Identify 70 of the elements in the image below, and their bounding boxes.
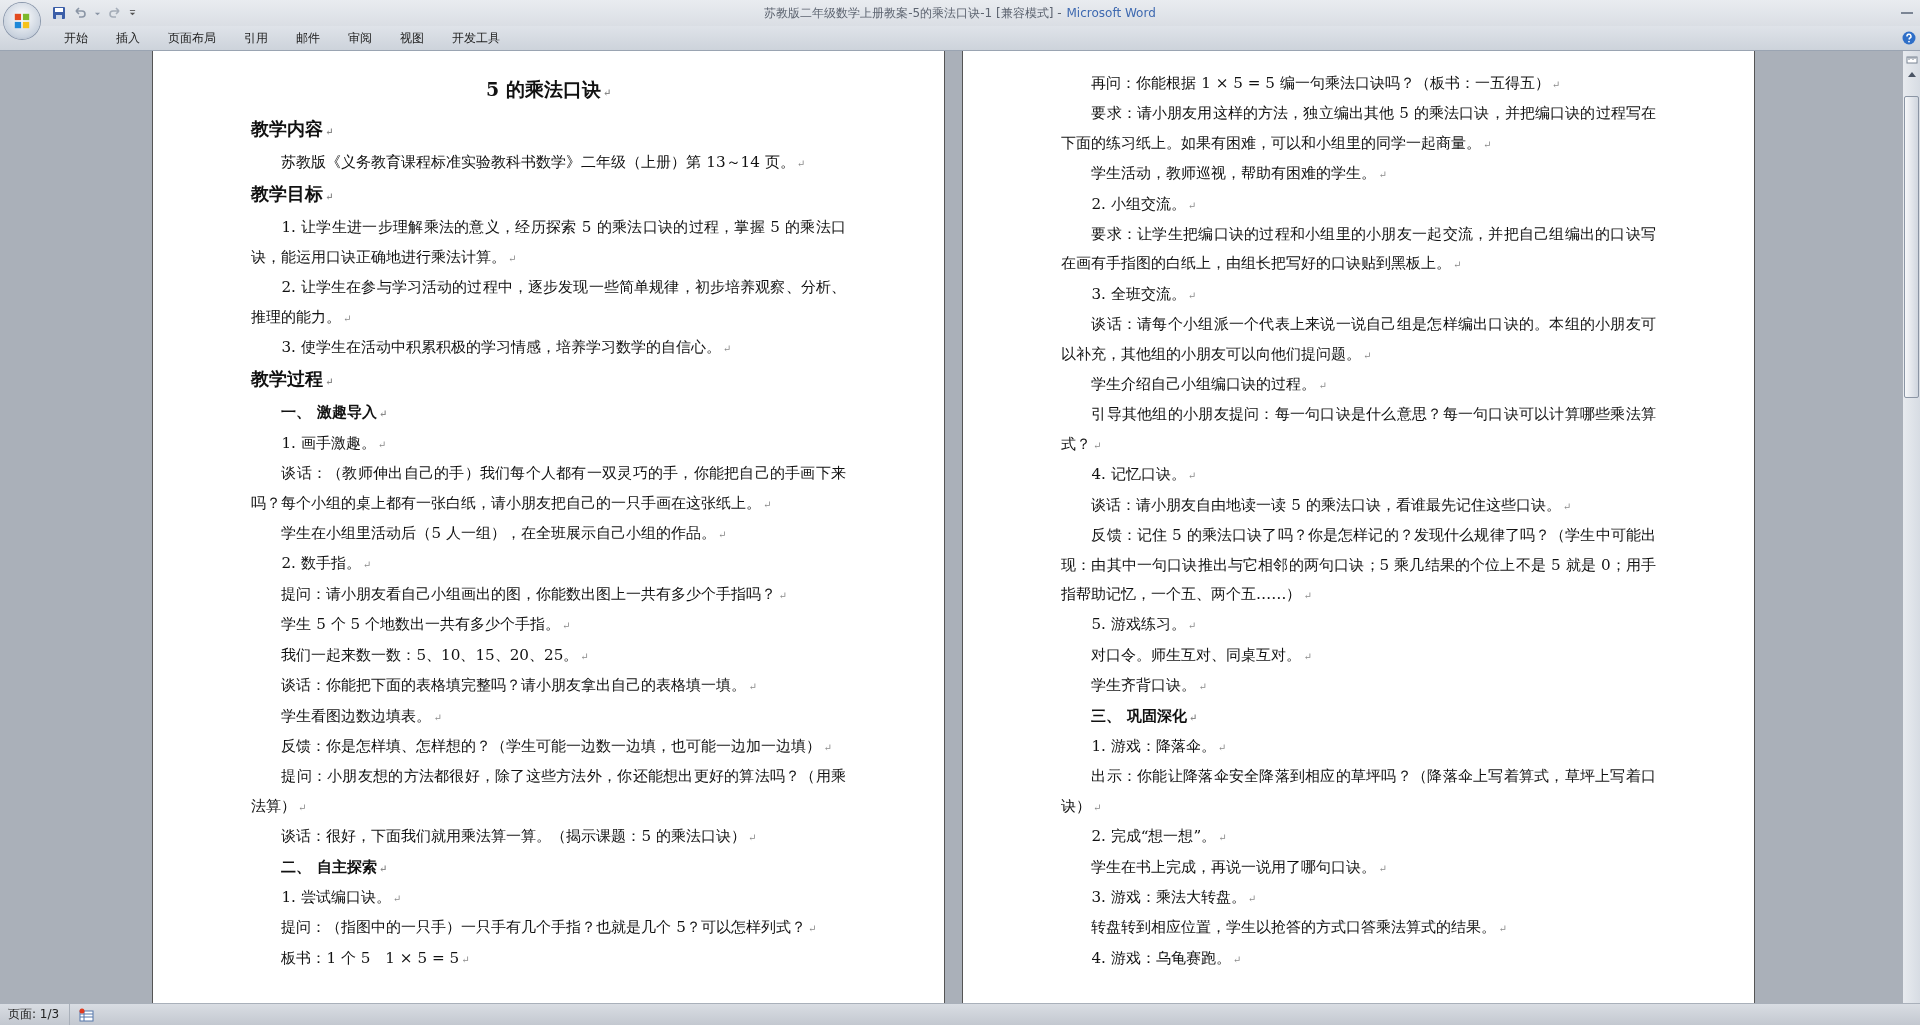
ribbon-tab[interactable]: 邮件 bbox=[282, 26, 334, 50]
paragraph: 我们一起来数一数：5、10、15、20、25。↵ bbox=[280, 644, 590, 666]
ribbon-tab[interactable]: 开发工具 bbox=[438, 26, 514, 50]
paragraph: 要求：让学生把编口诀的过程和小组里的小朋友一起交流，并把自己组编出的口诀写在画有手指图的白纸上，由组长把写好的口诀贴到黑板上。↵ bbox=[1061, 224, 1656, 275]
section-heading: 教学内容↵ bbox=[251, 117, 335, 141]
ribbon-tab[interactable]: 页面布局 bbox=[154, 26, 230, 50]
subsection-heading: 二、 自主探索↵ bbox=[280, 856, 389, 878]
paragraph: 反馈：你是怎样填、怎样想的？（学生可能一边数一边填，也可能一边加一边填）↵ bbox=[280, 735, 833, 757]
customize-toolbar-icon[interactable] bbox=[129, 8, 136, 18]
paragraph: 要求：请小朋友用这样的方法，独立编出其他 5 的乘法口诀，并把编口诀的过程写在下面的练习纸上。如果有困难，可以和小组里的同学一起商量。↵ bbox=[1061, 103, 1656, 154]
page-count: 页面: 1/3 bbox=[0, 1004, 71, 1025]
paragraph: 板书：1 个 5 1 × 5 = 5↵ bbox=[280, 947, 471, 969]
section-heading: 教学过程↵ bbox=[251, 367, 335, 392]
paragraph: 谈话：（教师伸出自己的手）我们每个人都有一双灵巧的手，你能把自己的手画下来吗？每个小组的桌上都有一张白纸，请小朋友把自己的一只手画在这张纸上。↵ bbox=[251, 463, 846, 514]
paragraph: 学生活动，教师巡视，帮助有困难的学生。↵ bbox=[1090, 163, 1388, 185]
office-logo-icon bbox=[13, 12, 31, 30]
paragraph: 2. 小组交流。↵ bbox=[1090, 193, 1198, 215]
paragraph: 谈话：请小朋友自由地读一读 5 的乘法口诀，看谁最先记住这些口诀。↵ bbox=[1090, 494, 1573, 516]
ribbon-tab[interactable]: 插入 bbox=[102, 26, 154, 50]
paragraph: 反馈：记住 5 的乘法口诀了吗？你是怎样记的？发现什么规律了吗？（学生中可能出现：由其中一句口诀推出与它相邻的两句口诀；5 乘几结果的个位上不是 5 就是 0；用手指帮助记忆，一个五、两个五……）↵ bbox=[1061, 525, 1656, 605]
ribbon-tab[interactable]: 视图 bbox=[386, 26, 438, 50]
paragraph: 苏教版《义务教育课程标准实验教科书数学》二年级（上册）第 13～14 页。↵ bbox=[280, 152, 807, 173]
paragraph: 3. 游戏：乘法大转盘。↵ bbox=[1090, 886, 1258, 908]
paragraph: 3. 全班交流。↵ bbox=[1090, 283, 1198, 305]
save-icon[interactable] bbox=[52, 6, 66, 20]
paragraph: 谈话：请每个小组派一个代表上来说一说自己组是怎样编出口诀的。本组的小朋友可以补充，其他组的小朋友可以向他们提问题。↵ bbox=[1061, 314, 1656, 365]
paragraph: 2. 让学生在参与学习活动的过程中，逐步发现一些简单规律，初步培养观察、分析、推理的能力。↵ bbox=[251, 277, 846, 328]
paragraph: 1. 游戏：降落伞。↵ bbox=[1090, 735, 1228, 757]
paragraph: 5. 游戏练习。↵ bbox=[1090, 614, 1198, 636]
ribbon-tab[interactable]: 引用 bbox=[230, 26, 282, 50]
redo-icon[interactable] bbox=[108, 6, 122, 20]
vertical-scrollbar[interactable] bbox=[1903, 51, 1920, 1003]
paragraph: 学生看图边数边填表。↵ bbox=[280, 705, 443, 727]
paragraph: 学生介绍自己小组编口诀的过程。↵ bbox=[1090, 374, 1328, 396]
subsection-heading: 一、 激趣导入↵ bbox=[280, 402, 389, 424]
undo-icon[interactable] bbox=[73, 6, 87, 20]
window-title: 苏教版二年级数学上册教案-5的乘法口诀-1 [兼容模式] - bbox=[764, 4, 1062, 22]
paragraph: 1. 尝试编口诀。↵ bbox=[280, 886, 403, 908]
scroll-up-icon[interactable] bbox=[1906, 70, 1917, 78]
paragraph: 提问：小朋友想的方法都很好，除了这些方法外，你还能想出更好的算法吗？（用乘法算）↵ bbox=[251, 766, 846, 817]
paragraph: 4. 游戏：乌龟赛跑。↵ bbox=[1090, 947, 1243, 969]
paragraph: 提问：（指图中的一只手）一只手有几个手指？也就是几个 5？可以怎样列式？↵ bbox=[280, 917, 818, 939]
paragraph: 2. 完成“想一想”。↵ bbox=[1090, 826, 1228, 848]
scroll-thumb[interactable] bbox=[1904, 96, 1919, 398]
paragraph: 学生在小组里活动后（5 人一组），在全班展示自己小组的作品。↵ bbox=[280, 523, 728, 545]
ribbon-tab[interactable]: 审阅 bbox=[334, 26, 386, 50]
ribbon-tab[interactable]: 开始 bbox=[50, 26, 102, 50]
paragraph: 谈话：很好，下面我们就用乘法算一算。（揭示课题：5 的乘法口诀）↵ bbox=[280, 826, 758, 848]
document-title: 5 的乘法口诀↵ bbox=[484, 77, 613, 102]
app-name: Microsoft Word bbox=[1066, 6, 1156, 20]
paragraph: 提问：请小朋友看自己小组画出的图，你能数出图上一共有多少个手指吗？↵ bbox=[280, 583, 788, 605]
paragraph: 谈话：你能把下面的表格填完整吗？请小朋友拿出自己的表格填一填。↵ bbox=[280, 675, 758, 697]
office-button[interactable] bbox=[4, 3, 40, 39]
section-heading: 教学目标↵ bbox=[251, 182, 335, 207]
paragraph: 学生在书上完成，再说一说用了哪句口诀。↵ bbox=[1090, 856, 1388, 878]
paragraph: 学生齐背口诀。↵ bbox=[1090, 675, 1208, 697]
help-icon[interactable] bbox=[1902, 31, 1916, 45]
paragraph: 对口令。师生互对、同桌互对。↵ bbox=[1090, 644, 1313, 666]
paragraph: 学生 5 个 5 个地数出一共有多少个手指。↵ bbox=[280, 614, 572, 636]
paragraph: 2. 数手指。↵ bbox=[280, 553, 373, 575]
subsection-heading: 三、 巩固深化↵ bbox=[1090, 705, 1199, 727]
paragraph: 1. 画手激趣。↵ bbox=[280, 432, 388, 454]
paragraph: 1. 让学生进一步理解乘法的意义，经历探索 5 的乘法口诀的过程，掌握 5 的乘法口诀，能运用口诀正确地进行乘法计算。↵ bbox=[251, 217, 846, 268]
paragraph: 引导其他组的小朋友提问：每一句口诀是什么意思？每一句口诀可以计算哪些乘法算式？↵ bbox=[1061, 404, 1656, 455]
macro-record-icon[interactable] bbox=[78, 1007, 95, 1022]
paragraph: 4. 记忆口诀。↵ bbox=[1090, 464, 1198, 486]
paragraph: 转盘转到相应位置，学生以抢答的方式口答乘法算式的结果。↵ bbox=[1090, 917, 1508, 939]
paragraph: 再问：你能根据 1 × 5 = 5 编一句乘法口诀吗？（板书：一五得五）↵ bbox=[1090, 73, 1562, 94]
paragraph: 出示：你能让降落伞安全降落到相应的草坪吗？（降落伞上写着算式，草坪上写着口诀）↵ bbox=[1061, 766, 1656, 817]
paragraph: 3. 使学生在活动中积累积极的学习情感，培养学习数学的自信心。↵ bbox=[280, 337, 733, 359]
